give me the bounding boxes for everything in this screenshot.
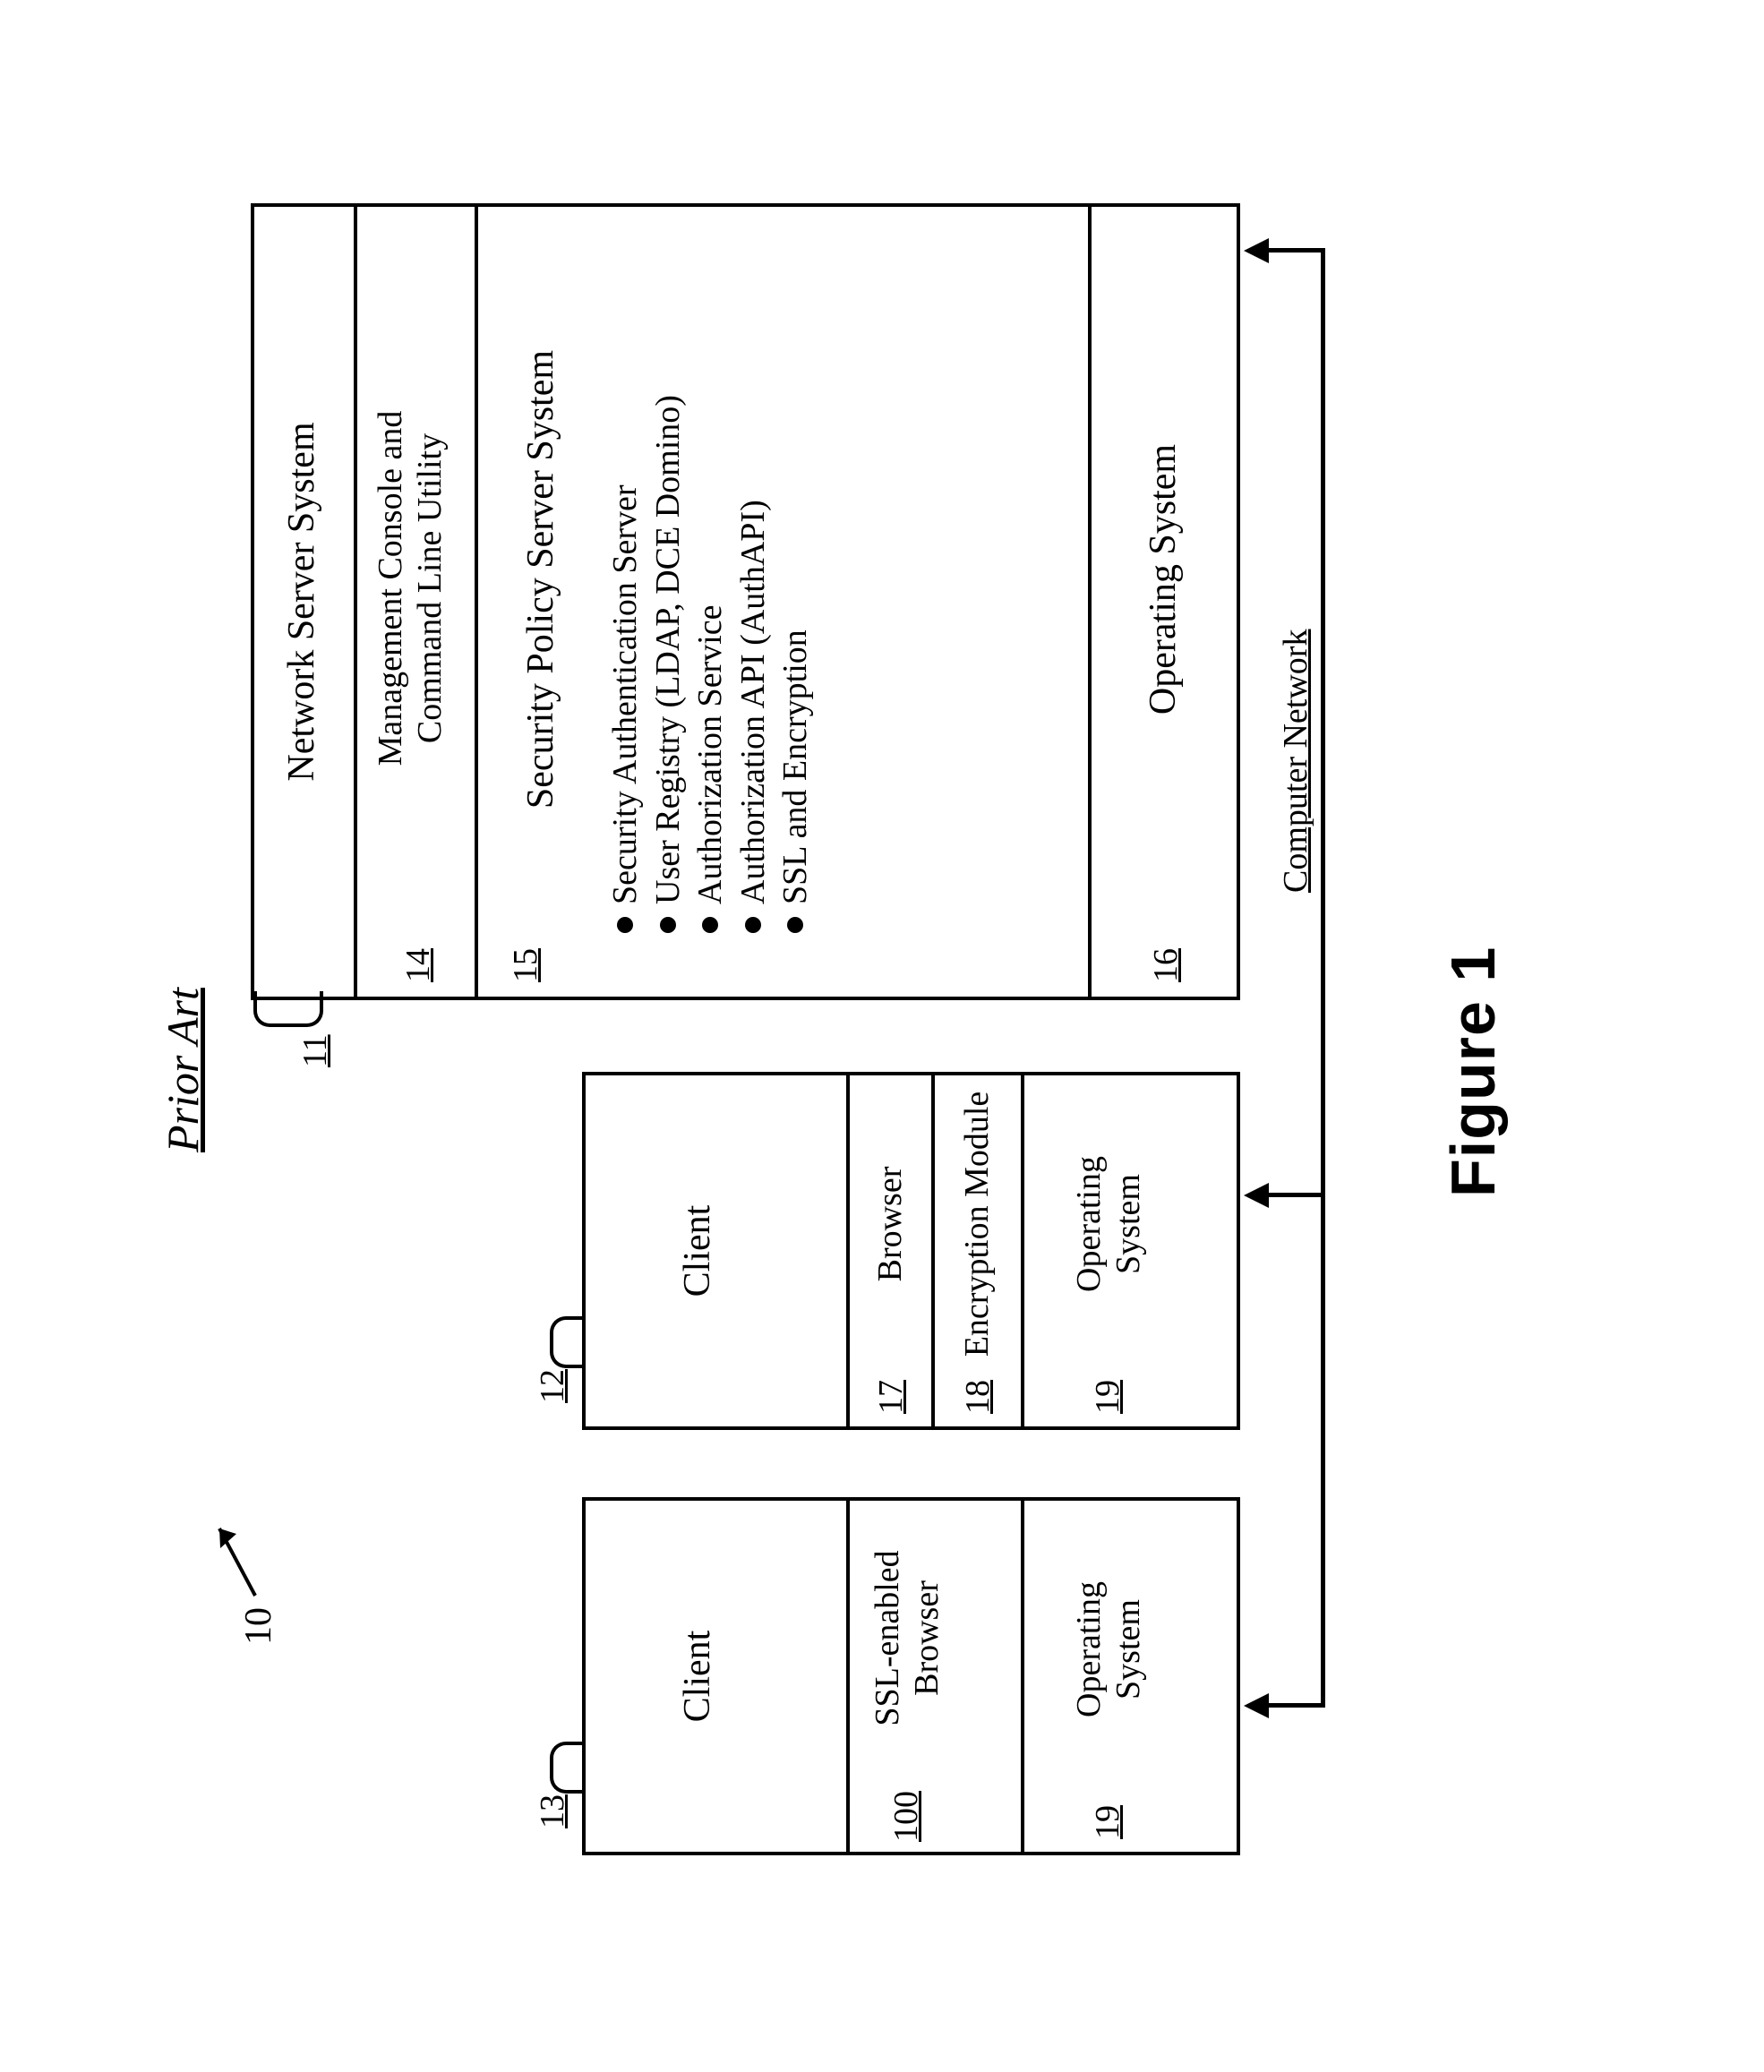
client-b-title: Client: [676, 1497, 719, 1855]
server-policy-title: Security Policy Server System: [519, 239, 562, 920]
figure-label: Figure 1: [1437, 946, 1509, 1197]
ref-ssl-browser: 100: [886, 1791, 926, 1842]
client-a-enc: Encryption Module: [958, 1072, 998, 1376]
bullet-3: Authorization API (AuthAPI): [732, 217, 775, 933]
client-a-os: Operating System: [1070, 1081, 1148, 1367]
client-a-div-3: [1021, 1072, 1024, 1430]
bullet-2: Authorization Service: [689, 217, 732, 933]
bullet-icon: [660, 917, 676, 933]
ref-diagram: 10: [237, 1607, 280, 1645]
server-policy-bullets: Security Authentication Server User Regi…: [604, 217, 818, 933]
client-a-bracket-icon: [550, 1316, 586, 1368]
bullet-1: User Registry (LDAP, DCE Domino): [647, 217, 690, 933]
client-b-bracket-icon: [550, 1742, 586, 1794]
bullet-icon: [745, 917, 761, 933]
ref-policy: 15: [506, 948, 545, 982]
bullet-icon: [702, 917, 718, 933]
client-b-os: Operating System: [1070, 1506, 1148, 1793]
bullet-0: Security Authentication Server: [604, 217, 647, 933]
client-b-div-1: [846, 1497, 850, 1855]
network-label: Computer Network: [1276, 629, 1315, 893]
server-divider-2: [475, 203, 478, 1000]
client-a-div-2: [931, 1072, 935, 1430]
prior-art-heading: Prior Art: [157, 988, 209, 1152]
bullet-text: Authorization API (AuthAPI): [732, 500, 775, 904]
client-b-ssl-browser: SSL-enabled Browser: [869, 1502, 946, 1775]
ref-client-b: 13: [533, 1794, 572, 1828]
ref-diagram-arrow: [206, 1502, 269, 1600]
server-divider-3: [1088, 203, 1092, 1000]
bullet-text: Authorization Service: [689, 604, 732, 904]
diagram-stage: Prior Art 10 11 Network Server System 14…: [121, 96, 1643, 1976]
bullet-icon: [787, 917, 803, 933]
bullet-text: User Registry (LDAP, DCE Domino): [647, 395, 690, 904]
server-divider-1: [354, 203, 357, 1000]
ref-client-a: 12: [533, 1369, 572, 1403]
arrow-up-icon: [1244, 238, 1269, 263]
client-a-browser: Browser: [871, 1081, 911, 1367]
bullet-4: SSL and Encryption: [775, 217, 818, 933]
client-a-div-1: [846, 1072, 850, 1430]
bullet-icon: [617, 917, 633, 933]
arrow-up-icon: [1244, 1693, 1269, 1718]
ref-server-os: 16: [1146, 948, 1186, 982]
bullet-text: Security Authentication Server: [604, 484, 647, 904]
server-title: Network Server System: [280, 203, 323, 1000]
page: Prior Art 10 11 Network Server System 14…: [0, 0, 1764, 2072]
ref-client-b-os: 19: [1088, 1805, 1127, 1839]
server-os: Operating System: [1142, 239, 1185, 920]
ref-mgmt: 14: [398, 948, 438, 982]
riser-client-b: [1267, 1703, 1325, 1708]
arrow-up-icon: [1244, 1183, 1269, 1208]
ref-browser: 17: [871, 1380, 911, 1414]
client-a-title: Client: [676, 1072, 719, 1430]
ref-server: 11: [295, 1034, 335, 1067]
client-b-div-2: [1021, 1497, 1024, 1855]
bullet-text: SSL and Encryption: [775, 629, 818, 904]
ref-enc-module: 18: [958, 1380, 998, 1414]
server-mgmt: Management Console and Command Line Util…: [372, 257, 450, 920]
ref-client-a-os: 19: [1088, 1380, 1127, 1414]
riser-server: [1267, 248, 1325, 253]
network-bus: [1321, 248, 1325, 1708]
riser-client-a: [1267, 1193, 1325, 1197]
